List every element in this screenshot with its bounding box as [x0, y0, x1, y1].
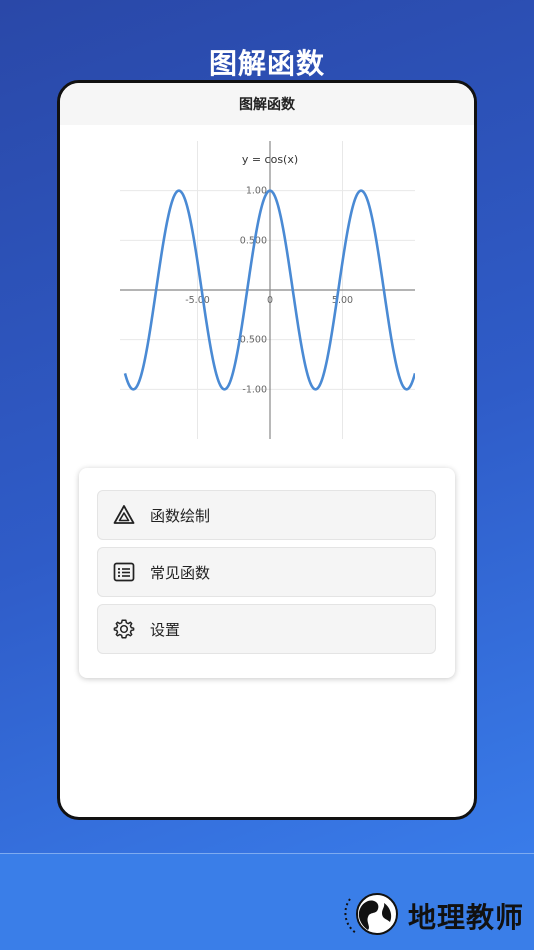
menu-card: 函数绘制 常见函数 设置	[79, 468, 455, 678]
app-bar: 图解函数	[60, 83, 474, 125]
triangle-icon	[112, 503, 136, 527]
menu-item-label: 函数绘制	[150, 506, 211, 525]
gear-icon	[112, 617, 136, 641]
phone-frame: 图解函数 y = cos(x) -5.00 0 5.00 1.00 0.500 -0.500…	[57, 80, 477, 820]
watermark-text: 地理教师	[407, 901, 524, 934]
menu-item-label: 常见函数	[150, 563, 211, 582]
menu-item-function-plot[interactable]: 函数绘制	[97, 490, 436, 540]
menu-item-label: 设置	[150, 620, 181, 639]
app-title: 图解函数	[239, 97, 295, 113]
x-tick-label: -5.00	[185, 295, 210, 306]
globe-icon	[344, 889, 402, 943]
y-tick-label: -1.00	[242, 384, 267, 395]
menu-item-common-functions[interactable]: 常见函数	[97, 547, 436, 597]
x-tick-label: 0	[267, 295, 273, 306]
y-tick-label: 1.00	[246, 186, 267, 197]
menu-item-settings[interactable]: 设置	[97, 604, 436, 654]
promo-title: 图解函数	[208, 47, 325, 80]
list-icon	[112, 560, 136, 584]
function-chart: y = cos(x) -5.00 0 5.00 1.00 0.500 -0.500 -1.00	[120, 141, 415, 439]
watermark: 地理教师	[344, 889, 524, 943]
chart-title: y = cos(x)	[242, 153, 298, 166]
chart-svg: y = cos(x)-5.00 0 5.001.000.500-0.500-1.00	[120, 141, 415, 439]
